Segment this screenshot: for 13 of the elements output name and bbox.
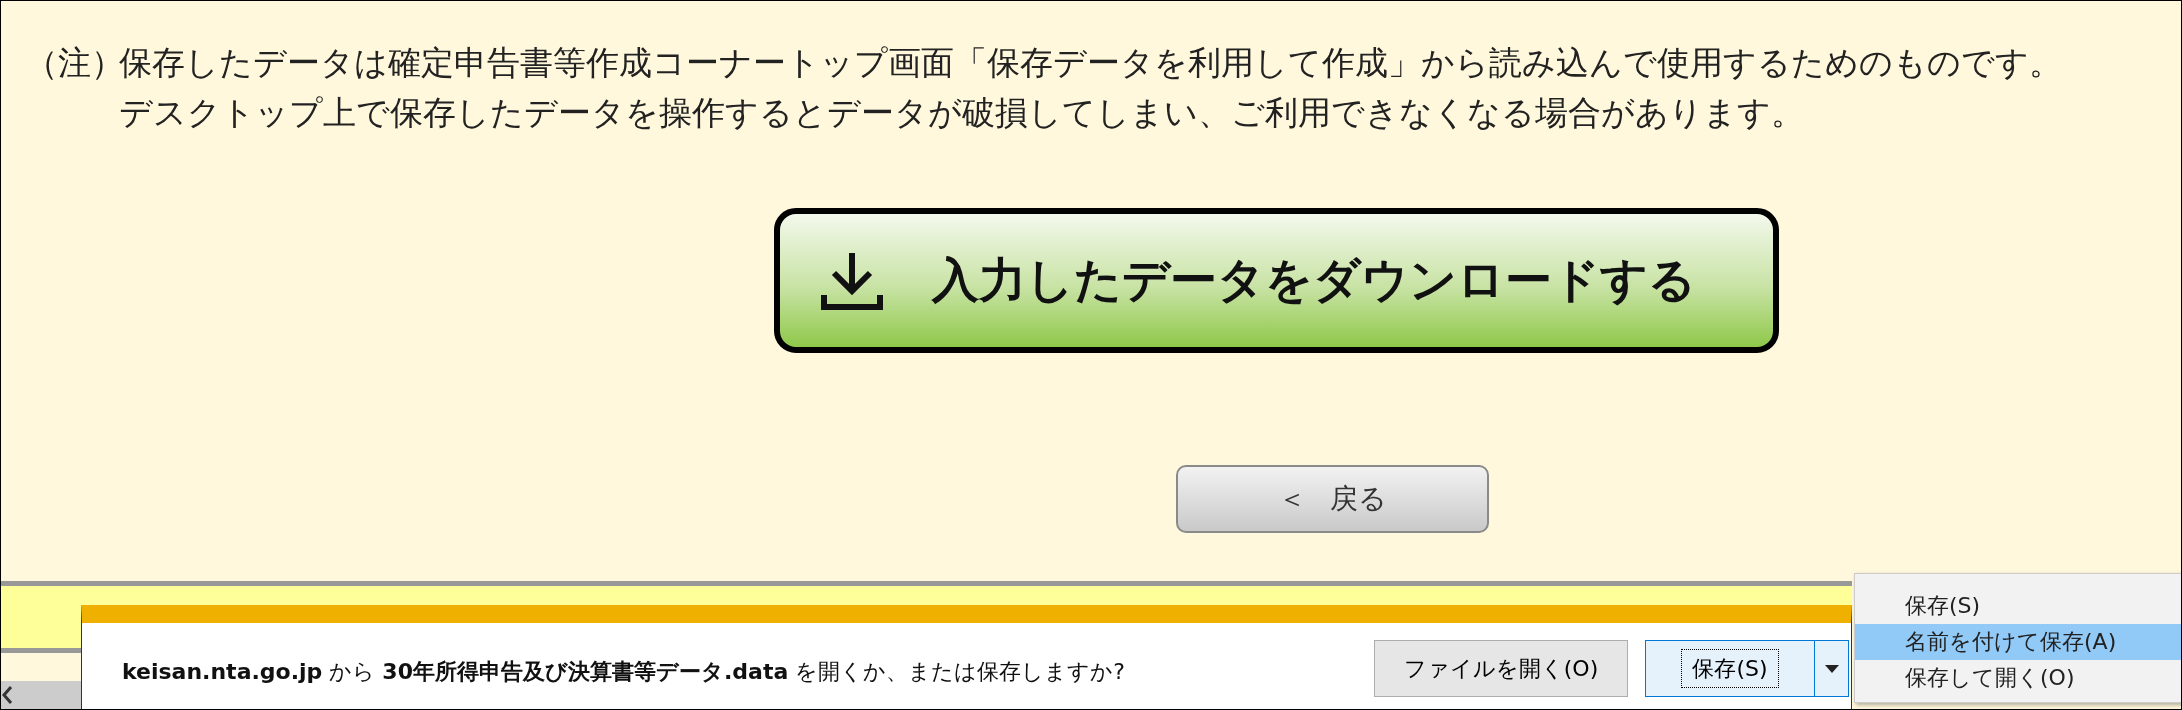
notification-message: keisan.nta.go.jp から 30年所得申告及び決算書等データ.data を開くか、または保存しますか? xyxy=(122,658,1125,686)
scroll-left-icon xyxy=(1,685,13,705)
note-text: デスクトップ上で保存したデータを操作するとデータが破損してしまい、ご利用できなくなる場合があります。 xyxy=(119,92,1805,134)
save-button[interactable]: 保存(S) xyxy=(1645,640,1815,697)
back-button[interactable]: ＜ 戻る xyxy=(1176,465,1489,533)
download-button[interactable]: 入力したデータをダウンロードする xyxy=(774,208,1779,353)
open-file-button[interactable]: ファイルを開く(O) xyxy=(1374,640,1628,697)
note-label: （注） xyxy=(25,42,119,84)
menu-item[interactable]: 名前を付けて保存(A) xyxy=(1855,624,2181,660)
save-options-dropdown[interactable] xyxy=(1814,640,1849,697)
note-text: 保存したデータは確定申告書等作成コーナートップ画面「保存データを利用して作成」から読み込んで使用するためのものです。 xyxy=(119,42,2062,84)
caret-icon xyxy=(1824,665,1839,673)
download-icon xyxy=(820,250,884,311)
